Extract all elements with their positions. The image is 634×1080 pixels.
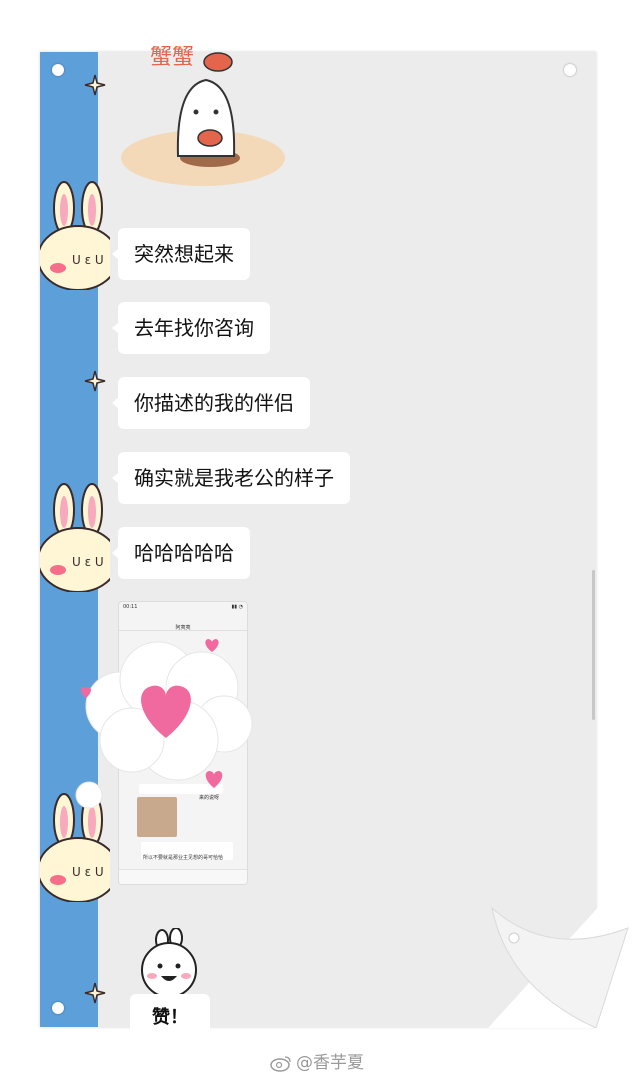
- bunny-icon: U ε U: [40, 483, 110, 592]
- svg-text:U ε U: U ε U: [72, 555, 104, 569]
- svg-text:U ε U: U ε U: [72, 865, 104, 879]
- message-bubble[interactable]: 去年找你咨询: [112, 302, 270, 354]
- pin-top-left: [52, 64, 64, 76]
- bunny-sticker-icon: [141, 928, 197, 998]
- embedded-input-bar: [119, 869, 247, 884]
- weibo-icon: [270, 1056, 291, 1072]
- embedded-status-time: 00:11: [123, 604, 138, 610]
- embedded-snippet-bubble: 所以不要就是那业主见想的哥可恰恰: [141, 842, 233, 861]
- wallpaper-strip: U ε U U ε U U ε U: [40, 52, 110, 1027]
- sparkle-icon: [84, 982, 106, 1004]
- message-bubble[interactable]: 确实就是我老公的样子: [112, 452, 350, 504]
- cloud-puff-icon: [75, 781, 103, 809]
- heart-cloud-sticker: [81, 639, 253, 788]
- pin-bottom-left: [52, 1002, 64, 1014]
- message-bubble[interactable]: 突然想起来: [112, 228, 250, 280]
- embedded-photo-thumbnail: [137, 797, 177, 837]
- embedded-status-icons: ▮▮ ◔: [231, 604, 243, 610]
- crab-ghost-sticker: 蟹蟹: [121, 46, 285, 186]
- svg-text:U ε U: U ε U: [72, 253, 104, 267]
- sticker-top-text: 蟹蟹: [150, 46, 194, 70]
- pin-top-right: [564, 64, 576, 76]
- bunny-icon: U ε U: [40, 181, 110, 290]
- sparkle-icon: [84, 370, 106, 392]
- weibo-watermark: @香芋夏: [0, 1048, 634, 1073]
- message-bubble[interactable]: 你描述的我的伴侣: [112, 377, 310, 429]
- embedded-status-bar: 00:11 ▮▮ ◔: [119, 602, 247, 614]
- sparkle-icon: [84, 74, 106, 96]
- reply-sticker-text[interactable]: 赞！: [130, 994, 210, 1034]
- embedded-snippet-2: 所以不要就是那业主见想的哥可恰恰: [143, 855, 224, 861]
- heart-icon: [205, 771, 223, 788]
- page-curl: [488, 868, 634, 1028]
- watermark-text: @香芋夏: [296, 1053, 364, 1073]
- heart-icon: [205, 639, 219, 652]
- message-bubble[interactable]: 哈哈哈哈哈: [112, 527, 250, 579]
- scrollbar[interactable]: [592, 570, 595, 720]
